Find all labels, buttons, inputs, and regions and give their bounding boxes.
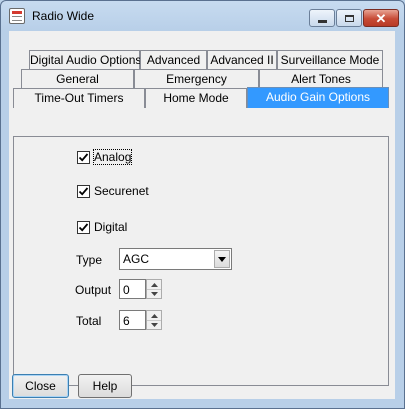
securenet-label[interactable]: Securenet	[94, 184, 149, 198]
tab-time-out-timers[interactable]: Time-Out Timers	[13, 88, 145, 108]
window-title: Radio Wide	[32, 9, 95, 23]
output-label: Output	[75, 283, 112, 297]
analog-label[interactable]: Analog	[92, 149, 133, 165]
close-window-button[interactable]: ✕	[363, 9, 399, 27]
minimize-button[interactable]	[309, 9, 335, 27]
tab-alert-tones[interactable]: Alert Tones	[259, 69, 383, 89]
total-input[interactable]: 6	[119, 310, 146, 330]
chevron-down-icon[interactable]	[214, 250, 230, 268]
securenet-checkbox[interactable]	[77, 185, 90, 198]
app-document-icon[interactable]	[9, 8, 25, 24]
tab-advanced-ii[interactable]: Advanced II	[207, 50, 277, 70]
minimize-icon	[317, 19, 327, 23]
tab-digital-audio-options[interactable]: Digital Audio Options	[29, 50, 141, 70]
analog-checkbox[interactable]	[77, 151, 90, 164]
digital-checkbox[interactable]	[77, 221, 90, 234]
dialog-client-area: Digital Audio Options Advanced Advanced …	[9, 31, 395, 399]
tab-surveillance-mode[interactable]: Surveillance Mode	[277, 50, 383, 70]
close-icon: ✕	[375, 10, 387, 26]
output-spinner[interactable]	[146, 279, 162, 299]
tab-audio-gain-options[interactable]: Audio Gain Options	[247, 87, 389, 108]
total-spinner[interactable]	[146, 310, 162, 330]
tab-emergency[interactable]: Emergency	[134, 69, 259, 89]
window: Radio Wide ✕ Digital Audio Options Advan…	[0, 0, 405, 409]
close-button[interactable]: Close	[12, 374, 69, 398]
digital-label[interactable]: Digital	[94, 220, 127, 234]
tab-home-mode[interactable]: Home Mode	[145, 88, 247, 108]
tab-advanced[interactable]: Advanced	[140, 50, 207, 70]
total-value: 6	[123, 314, 130, 328]
maximize-button[interactable]	[336, 9, 362, 27]
maximize-icon	[344, 14, 354, 22]
tab-general[interactable]: General	[21, 69, 134, 89]
spin-down-icon[interactable]	[147, 320, 161, 329]
checkmark-icon	[78, 223, 89, 232]
type-select-value: AGC	[123, 252, 150, 266]
spin-down-icon[interactable]	[147, 289, 161, 298]
type-select[interactable]: AGC	[119, 248, 232, 270]
total-label: Total	[76, 314, 102, 328]
title-bar[interactable]: Radio Wide ✕	[1, 1, 404, 31]
output-value: 0	[123, 283, 130, 297]
help-button[interactable]: Help	[78, 374, 132, 398]
output-input[interactable]: 0	[119, 279, 146, 299]
type-label: Type	[76, 253, 103, 267]
checkmark-icon	[78, 153, 89, 162]
checkmark-icon	[78, 187, 89, 196]
